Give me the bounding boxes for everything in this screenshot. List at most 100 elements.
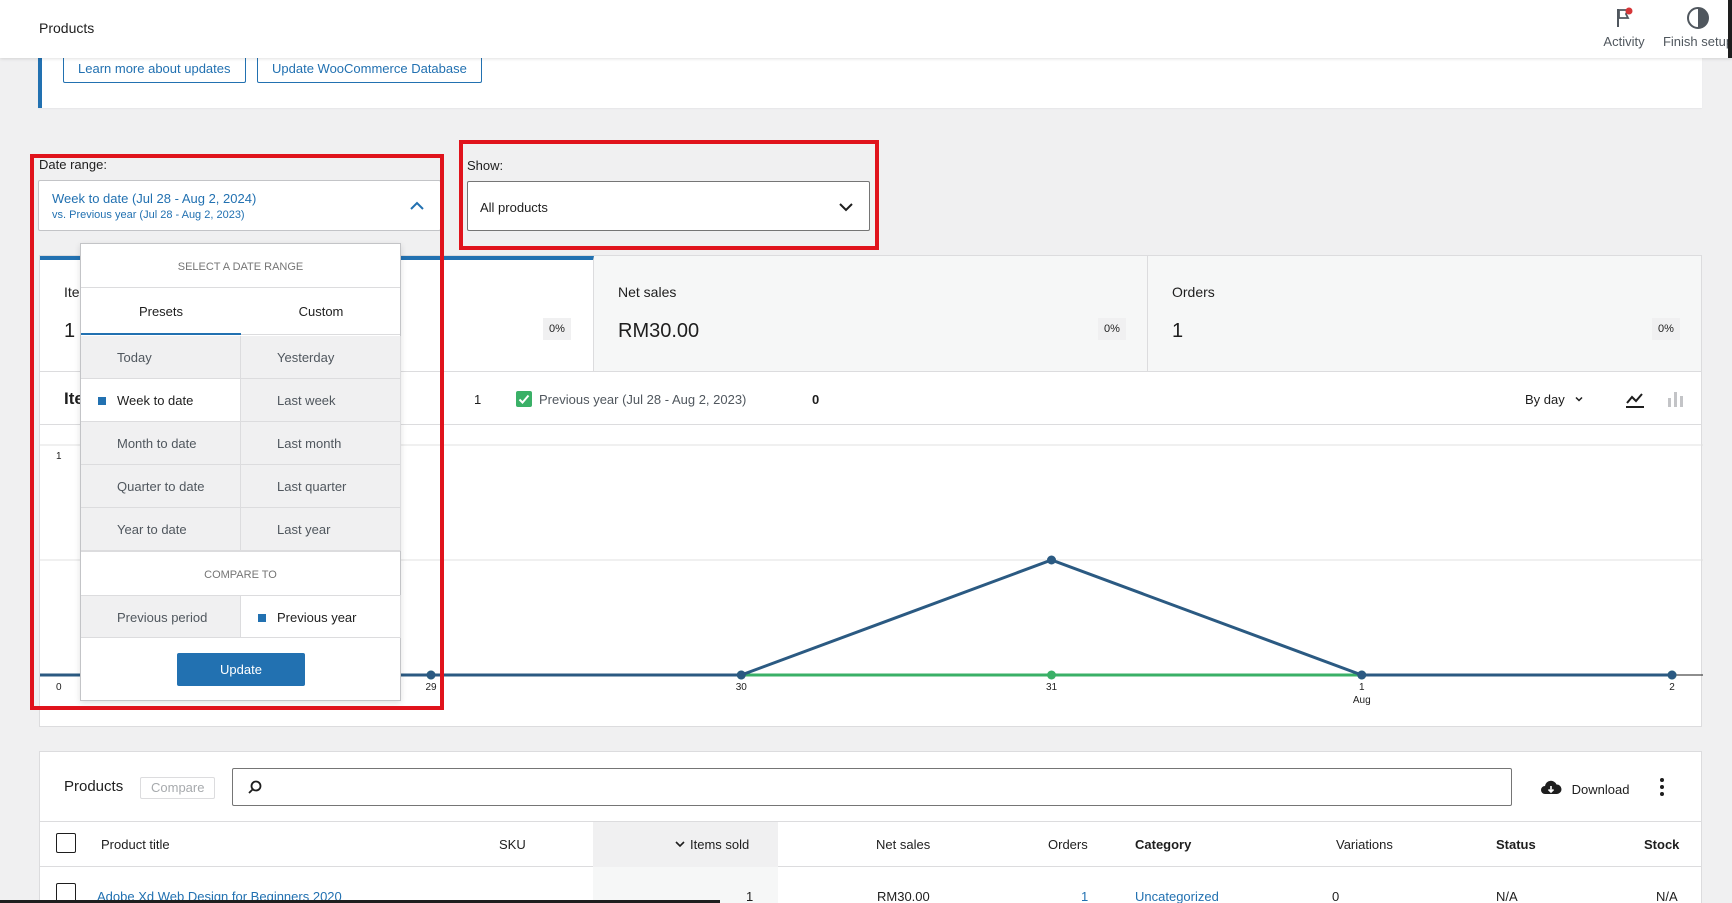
divider xyxy=(81,551,400,552)
compare-label: Previous period xyxy=(117,610,208,625)
col-net-sales[interactable]: Net sales xyxy=(876,837,930,852)
selected-marker xyxy=(258,614,266,622)
update-notice: Learn more about updates Update WooComme… xyxy=(38,56,1702,108)
col-items-sold[interactable]: Items sold xyxy=(674,837,749,852)
items-sold-delta: 0% xyxy=(543,318,571,340)
compare-previous-year[interactable]: Previous year xyxy=(241,595,401,638)
preset-week-to-date[interactable]: Week to date xyxy=(81,379,241,422)
show-label: Show: xyxy=(467,158,504,173)
flag-icon xyxy=(1617,7,1633,27)
col-orders[interactable]: Orders xyxy=(1048,837,1088,852)
preset-label: Yesterday xyxy=(277,350,335,365)
activity-label: Activity xyxy=(1603,34,1645,49)
half-circle-icon xyxy=(1687,7,1709,29)
col-sku[interactable]: SKU xyxy=(499,837,526,852)
selected-marker xyxy=(98,397,106,405)
update-button[interactable]: Update xyxy=(177,653,305,686)
tab-presets[interactable]: Presets xyxy=(81,288,241,335)
activity-button[interactable]: Activity xyxy=(1590,6,1658,49)
category-link[interactable]: Uncategorized xyxy=(1135,889,1219,903)
preset-yesterday[interactable]: Yesterday xyxy=(241,336,401,379)
update-database-button[interactable]: Update WooCommerce Database xyxy=(257,56,482,83)
show-select[interactable]: All products xyxy=(467,181,870,231)
preset-year-to-date[interactable]: Year to date xyxy=(81,508,241,551)
preset-last-week[interactable]: Last week xyxy=(241,379,401,422)
data-point xyxy=(1047,555,1056,565)
top-header: Products Activity Finish setup xyxy=(0,0,1732,58)
preset-last-month[interactable]: Last month xyxy=(241,422,401,465)
tab-custom[interactable]: Custom xyxy=(241,288,401,335)
compare-previous-period[interactable]: Previous period xyxy=(81,595,241,638)
net-sales-card[interactable]: Net sales RM30.00 0% xyxy=(594,256,1148,371)
preset-label: Last month xyxy=(277,436,342,451)
col-category: Category xyxy=(1135,837,1192,852)
col-stock: Stock xyxy=(1644,837,1680,852)
stock-cell: N/A xyxy=(1656,889,1678,903)
orders-label: Orders xyxy=(1172,284,1215,300)
col-variations[interactable]: Variations xyxy=(1336,837,1393,852)
data-point xyxy=(1047,670,1056,680)
table-title: Products xyxy=(64,778,124,795)
preset-today[interactable]: Today xyxy=(81,336,241,379)
dropdown-header: SELECT A DATE RANGE xyxy=(177,261,304,273)
compare-header: COMPARE TO xyxy=(204,569,277,581)
x-tick-label: 30 xyxy=(736,682,748,693)
date-range-value: Week to date (Jul 28 - Aug 2, 2024) xyxy=(52,191,257,206)
dropdown-tabs: Presets Custom xyxy=(81,287,400,335)
data-point xyxy=(736,670,746,680)
net-sales-label: Net sales xyxy=(618,284,677,300)
x-sub-label: Aug xyxy=(1353,695,1371,706)
orders-value: 1 xyxy=(1172,320,1184,342)
x-tick-label: 1 xyxy=(1359,682,1365,693)
cloud-download-icon xyxy=(1541,780,1562,794)
x-tick-label: 2 xyxy=(1669,682,1675,693)
more-options-icon[interactable] xyxy=(1659,776,1665,798)
preset-label: Year to date xyxy=(117,522,187,537)
learn-more-button[interactable]: Learn more about updates xyxy=(63,56,246,83)
table-header: Product title SKU Items sold Net sales O… xyxy=(40,821,1701,867)
compare-button[interactable]: Compare xyxy=(140,777,216,799)
preset-label: Quarter to date xyxy=(117,479,205,494)
chevron-up-icon xyxy=(410,201,424,210)
net-sales-delta: 0% xyxy=(1098,318,1126,340)
net-sales-value: RM30.00 xyxy=(618,320,700,342)
data-point xyxy=(1357,670,1367,680)
preset-last-year[interactable]: Last year xyxy=(241,508,401,551)
finish-setup-button[interactable]: Finish setup xyxy=(1658,6,1732,49)
preset-label: Month to date xyxy=(117,436,197,451)
preset-label: Week to date xyxy=(117,393,194,408)
col-product-title[interactable]: Product title xyxy=(101,837,170,852)
orders-card[interactable]: Orders 1 0% xyxy=(1148,256,1702,371)
preset-last-quarter[interactable]: Last quarter xyxy=(241,465,401,508)
search-input[interactable] xyxy=(232,768,1512,806)
preset-label: Last week xyxy=(277,393,336,408)
search-icon xyxy=(248,780,262,794)
preset-quarter-to-date[interactable]: Quarter to date xyxy=(81,465,241,508)
products-table-panel: Products Compare Download Product title … xyxy=(39,751,1702,903)
preset-label: Today xyxy=(117,350,152,365)
preset-month-to-date[interactable]: Month to date xyxy=(81,422,241,465)
items-sold-label: Ite xyxy=(64,284,80,300)
select-all-checkbox[interactable] xyxy=(56,833,76,853)
show-value: All products xyxy=(480,200,548,215)
date-range-label: Date range: xyxy=(39,157,107,172)
x-tick-label: 31 xyxy=(1046,682,1058,693)
orders-delta: 0% xyxy=(1652,318,1680,340)
download-button[interactable]: Download xyxy=(1540,779,1629,797)
items-sold-value: 1 xyxy=(64,320,76,342)
sort-desc-icon xyxy=(675,841,685,848)
status-cell: N/A xyxy=(1496,889,1518,903)
x-tick-label: 29 xyxy=(425,682,437,693)
finish-setup-label: Finish setup xyxy=(1662,34,1732,49)
orders-cell[interactable]: 1 xyxy=(1081,889,1088,903)
compare-label: Previous year xyxy=(277,610,357,625)
date-range-picker[interactable]: Week to date (Jul 28 - Aug 2, 2024) vs. … xyxy=(38,180,441,231)
data-point xyxy=(426,670,436,680)
chevron-down-icon xyxy=(839,203,853,212)
window-edge xyxy=(1728,0,1732,58)
date-range-dropdown: SELECT A DATE RANGE Presets Custom Today… xyxy=(80,243,401,701)
download-label: Download xyxy=(1571,782,1630,797)
items-sold-cell: 1 xyxy=(746,889,754,903)
col-status: Status xyxy=(1496,837,1536,852)
data-point xyxy=(1667,670,1677,680)
